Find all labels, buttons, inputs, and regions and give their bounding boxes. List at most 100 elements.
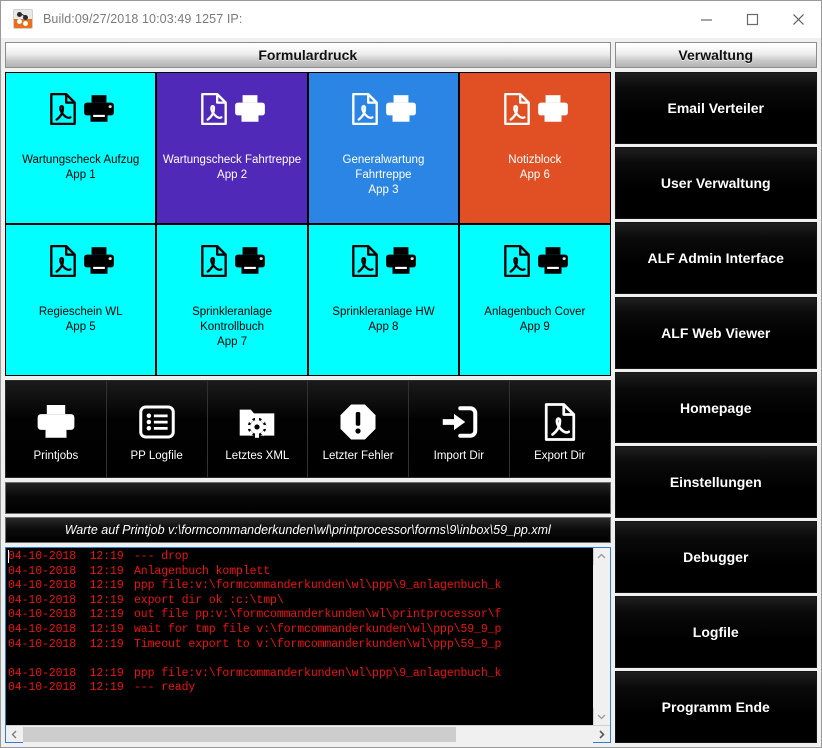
sidebar-item-alf-admin-interface[interactable]: ALF Admin Interface [615, 222, 818, 294]
tool-button-label: Export Dir [534, 450, 585, 462]
list-icon [137, 402, 177, 442]
app-tile-6[interactable]: Sprinkleranlage Kontrollbuch App 7 [157, 225, 306, 375]
log-timestamp: 04-10-2018 12:19 [8, 667, 134, 682]
sidebar-item-debugger[interactable]: Debugger [615, 521, 818, 593]
maximize-button[interactable] [729, 1, 775, 37]
sidebar-item-label: Email Verteiler [667, 100, 764, 116]
tile-icon-group [197, 85, 267, 133]
log-message: ppp file:v:\formcommanderkunden\wl\ppp\9… [134, 667, 501, 680]
log-timestamp: 04-10-2018 12:19 [8, 608, 134, 623]
tile-icon-group [500, 85, 570, 133]
vertical-scroll-track[interactable] [593, 565, 610, 708]
log-message: wait for tmp file v:\formcommanderkunden… [134, 623, 501, 636]
log-line: 04-10-2018 12:19export dir ok :c:\tmp\ [8, 594, 593, 609]
pdf-file-icon [348, 244, 382, 278]
printer-icon [536, 244, 570, 278]
tool-button-letzter-fehler[interactable]: Letzter Fehler [308, 381, 409, 477]
sidebar-item-label: Einstellungen [670, 474, 762, 490]
printer-icon [384, 92, 418, 126]
log-line: 04-10-2018 12:19ppp file:v:\formcommande… [8, 667, 593, 682]
pdf-file-icon [500, 244, 534, 278]
sidebar-item-label: Debugger [683, 549, 748, 565]
sidebar-item-user-verwaltung[interactable]: User Verwaltung [615, 147, 818, 219]
log-timestamp: 04-10-2018 12:19 [8, 579, 134, 594]
log-message: ppp file:v:\formcommanderkunden\wl\ppp\9… [134, 579, 501, 592]
log-message: export dir ok :c:\tmp\ [134, 594, 284, 607]
tile-icon-group [46, 85, 116, 133]
close-button[interactable] [775, 1, 821, 37]
app-tile-3[interactable]: Generalwartung Fahrtreppe App 3 [309, 73, 458, 223]
pdf-file-icon [540, 396, 580, 448]
right-panel: Verwaltung Email Verteiler User Verwaltun… [615, 42, 818, 743]
log-line: 04-10-2018 12:19--- ready [8, 681, 593, 696]
scroll-up-button[interactable] [593, 548, 610, 565]
sidebar-item-homepage[interactable]: Homepage [615, 372, 818, 444]
scroll-left-button[interactable] [6, 726, 23, 743]
scroll-right-button[interactable] [593, 726, 610, 743]
status-bar: Warte auf Printjob v:\formcommanderkunde… [5, 517, 611, 543]
tab-formulardruck[interactable]: Formulardruck [5, 42, 611, 68]
tool-button-export-dir[interactable]: Export Dir [510, 381, 610, 477]
minimize-button[interactable] [683, 1, 729, 37]
pdf-file-icon [46, 92, 80, 126]
sidebar-item-einstellungen[interactable]: Einstellungen [615, 446, 818, 518]
app-tile-7[interactable]: Sprinkleranlage HW App 8 [309, 225, 458, 375]
window-controls [683, 1, 821, 37]
tile-icon-group [348, 237, 418, 285]
printer-icon [384, 244, 418, 278]
log-message: Anlagenbuch komplett [134, 565, 270, 578]
tool-button-printjobs[interactable]: Printjobs [6, 381, 107, 477]
horizontal-scroll-track[interactable] [23, 726, 593, 743]
printer-icon [536, 92, 570, 126]
pdf-file-icon [46, 244, 80, 278]
horizontal-scroll-thumb[interactable] [23, 727, 456, 742]
log-timestamp: 04-10-2018 12:19 [8, 623, 134, 638]
log-console-text[interactable]: 04-10-2018 12:19--- drop04-10-2018 12:19… [6, 548, 593, 725]
tool-button-pp-logfile[interactable]: PP Logfile [107, 381, 208, 477]
app-tile-4[interactable]: Notizblock App 6 [460, 73, 609, 223]
list-icon [137, 396, 177, 448]
vertical-scrollbar[interactable] [593, 548, 610, 725]
pdf-file-icon [500, 92, 534, 126]
left-panel: Formulardruck Wartungscheck Aufzug App 1… [5, 42, 611, 743]
tile-label: Regieschein WL App 5 [34, 305, 128, 335]
tool-button-label: Printjobs [34, 450, 79, 462]
tool-button-import-dir[interactable]: Import Dir [409, 381, 510, 477]
main-body: Formulardruck Wartungscheck Aufzug App 1… [1, 38, 821, 747]
app-tile-8[interactable]: Anlagenbuch Cover App 9 [460, 225, 609, 375]
sidebar-item-label: Homepage [680, 400, 752, 416]
title-bar: Build:09/27/2018 10:03:49 1257 IP: [1, 1, 821, 38]
app-tile-5[interactable]: Regieschein WL App 5 [6, 225, 155, 375]
tile-icon-group [500, 237, 570, 285]
sidebar-item-label: Logfile [693, 624, 739, 640]
sidebar-item-alf-web-viewer[interactable]: ALF Web Viewer [615, 297, 818, 369]
log-message: --- drop [134, 550, 188, 563]
app-tile-grid: Wartungscheck Aufzug App 1Wartungscheck … [5, 72, 611, 376]
log-timestamp: 04-10-2018 12:19 [8, 550, 134, 565]
tab-verwaltung[interactable]: Verwaltung [615, 42, 818, 68]
scroll-down-button[interactable] [593, 708, 610, 725]
tool-button-label: Letztes XML [225, 450, 289, 462]
tool-button-letztes-xml[interactable]: Letztes XML [208, 381, 309, 477]
sidebar-item-logfile[interactable]: Logfile [615, 596, 818, 668]
pdf-file-icon [197, 92, 231, 126]
tile-label: Sprinkleranlage HW App 8 [327, 305, 439, 335]
tool-button-label: Letzter Fehler [323, 450, 394, 462]
status-blank-pane [5, 482, 611, 514]
app-tile-1[interactable]: Wartungscheck Aufzug App 1 [6, 73, 155, 223]
tile-label: Notizblock App 6 [503, 153, 566, 183]
error-octagon-icon [338, 402, 378, 442]
sidebar-item-label: ALF Web Viewer [661, 325, 770, 341]
log-timestamp: 04-10-2018 12:19 [8, 594, 134, 609]
sidebar-item-programm-ende[interactable]: Programm Ende [615, 671, 818, 743]
printer-icon [82, 92, 116, 126]
log-line: 04-10-2018 12:19Anlagenbuch komplett [8, 565, 593, 580]
horizontal-scrollbar[interactable] [6, 725, 610, 742]
app-tile-2[interactable]: Wartungscheck Fahrtreppe App 2 [157, 73, 306, 223]
pdf-file-icon [197, 244, 231, 278]
sidebar-button-list: Email Verteiler User Verwaltung ALF Admin … [615, 72, 818, 743]
sidebar-item-email-verteiler[interactable]: Email Verteiler [615, 72, 818, 144]
sidebar-item-label: ALF Admin Interface [648, 250, 784, 266]
log-console: 04-10-2018 12:19--- drop04-10-2018 12:19… [5, 547, 611, 743]
printer-icon [82, 244, 116, 278]
